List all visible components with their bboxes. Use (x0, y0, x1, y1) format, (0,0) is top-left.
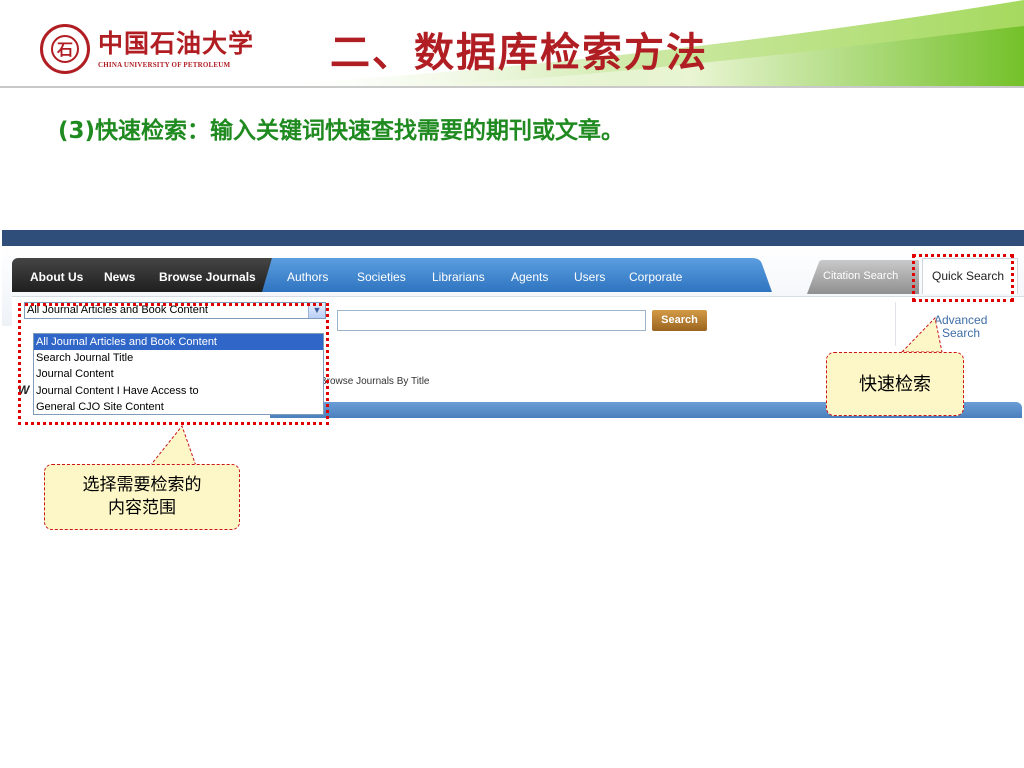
callout-quick-search: 快速检索 (826, 352, 964, 416)
callout-scope-line1: 选择需要检索的 (82, 475, 202, 495)
callout-scope: 选择需要检索的 内容范围 (44, 464, 240, 530)
callout-quick-search-text: 快速检索 (859, 374, 931, 395)
callout-scope-line2: 内容范围 (108, 498, 176, 518)
